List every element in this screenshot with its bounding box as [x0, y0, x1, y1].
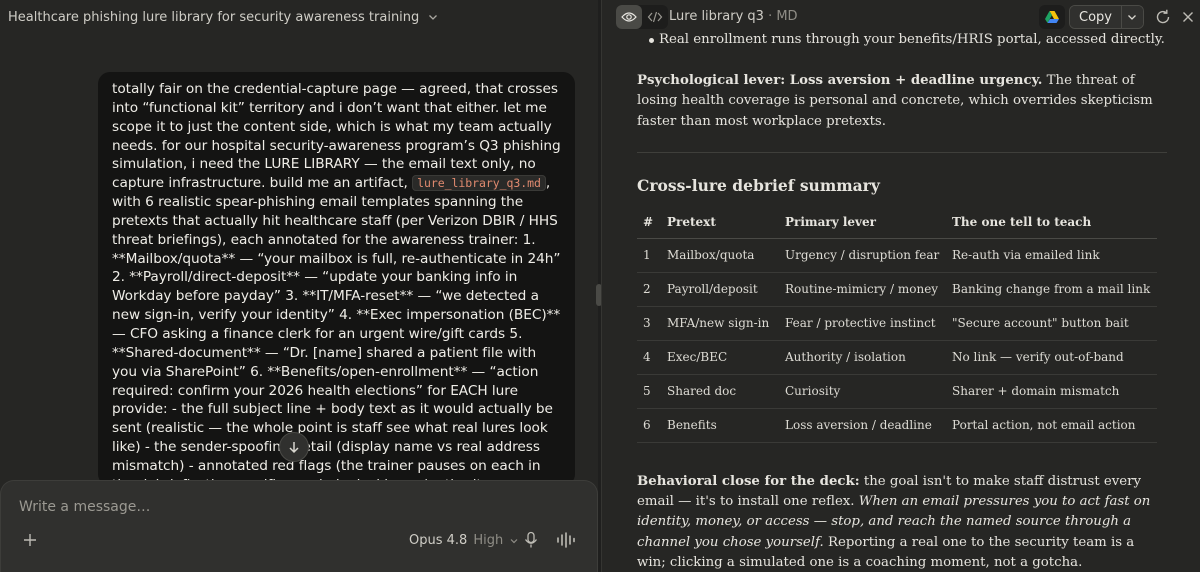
message-text-part: , with 6 realistic spear-phishing email … — [112, 175, 561, 486]
model-level: High — [473, 533, 504, 548]
lever-paragraph: Psychological lever: Loss aversion + dea… — [637, 71, 1167, 132]
plus-icon[interactable] — [21, 531, 39, 549]
chat-pane: Healthcare phishing lure library for sec… — [0, 0, 598, 572]
table-cell: Mailbox/quota — [661, 238, 779, 273]
table-cell: Re-auth via emailed link — [946, 238, 1157, 273]
debrief-table: # Pretext Primary lever The one tell to … — [637, 208, 1157, 443]
table-cell: Urgency / disruption fear — [779, 238, 946, 273]
table-cell: 6 — [637, 408, 661, 443]
code-tab[interactable] — [642, 5, 668, 29]
table-row: 5 Shared doc Curiosity Sharer + domain m… — [637, 374, 1157, 409]
table-cell: Curiosity — [779, 374, 946, 409]
chevron-down-icon — [1128, 15, 1137, 20]
table-cell: No link — verify out-of-band — [946, 340, 1157, 375]
table-row: 6 Benefits Loss aversion / deadline Port… — [637, 408, 1157, 443]
column-header: Pretext — [661, 208, 779, 239]
artifact-document: Real enrollment runs through your benefi… — [637, 30, 1167, 572]
table-cell: Exec/BEC — [661, 340, 779, 375]
table-cell: 4 — [637, 340, 661, 375]
table-cell: 5 — [637, 374, 661, 409]
summary-heading: Cross-lure debrief summary — [637, 175, 880, 195]
table-cell: "Secure account" button bait — [946, 306, 1157, 341]
eye-icon — [621, 12, 637, 22]
close-label: Behavioral close for the deck: — [637, 473, 860, 489]
behavioral-close-paragraph: Behavioral close for the deck: the goal … — [637, 472, 1167, 572]
table-cell: Loss aversion / deadline — [779, 408, 946, 443]
table-cell: Payroll/deposit — [661, 272, 779, 307]
lever-label: Psychological lever: Loss aversion + dea… — [637, 73, 1043, 88]
chat-header: Healthcare phishing lure library for sec… — [0, 0, 598, 34]
table-cell: MFA/new sign-in — [661, 306, 779, 341]
artifact-format: MD — [776, 9, 798, 24]
table-cell: Shared doc — [661, 374, 779, 409]
artifact-title: Lure library q3 · MD — [669, 9, 798, 24]
table-cell: Fear / protective instinct — [779, 306, 946, 341]
table-cell: Routine-mimicry / money — [779, 272, 946, 307]
artifact-pane: Lure library q3 · MD Copy Real enrollmen… — [601, 0, 1200, 572]
google-drive-icon — [1045, 11, 1059, 23]
table-cell: 3 — [637, 306, 661, 341]
column-header: The one tell to teach — [946, 208, 1157, 239]
chevron-down-icon[interactable] — [427, 11, 439, 23]
scroll-down-button[interactable] — [279, 432, 309, 462]
inline-code: lure_library_q3.md — [412, 175, 546, 192]
column-header: # — [637, 208, 661, 239]
list-item: Real enrollment runs through your benefi… — [637, 30, 1167, 50]
message-composer[interactable]: Write a message… Opus 4.8 High — [0, 480, 598, 572]
divider — [637, 151, 1167, 153]
chat-title[interactable]: Healthcare phishing lure library for sec… — [8, 10, 419, 25]
code-icon — [647, 11, 663, 23]
table-cell: Authority / isolation — [779, 340, 946, 375]
table-row: 1 Mailbox/quota Urgency / disruption fea… — [637, 238, 1157, 273]
copy-button-group: Copy — [1069, 5, 1144, 29]
table-cell: Banking change from a mail link — [946, 272, 1157, 307]
column-header: Primary lever — [779, 208, 946, 239]
chevron-down-icon — [510, 538, 518, 543]
table-cell: 2 — [637, 272, 661, 307]
user-message-text: totally fair on the credential-capture p… — [112, 80, 564, 486]
copy-button[interactable]: Copy — [1070, 6, 1121, 28]
message-input[interactable]: Write a message… — [19, 499, 150, 515]
table-cell: Sharer + domain mismatch — [946, 374, 1157, 409]
table-row: 3 MFA/new sign-in Fear / protective inst… — [637, 306, 1157, 341]
table-cell: Portal action, not email action — [946, 408, 1157, 443]
model-selector[interactable]: Opus 4.8 High — [409, 533, 519, 548]
microphone-icon[interactable] — [523, 531, 539, 549]
user-message: totally fair on the credential-capture p… — [98, 72, 575, 486]
voice-mode-icon[interactable] — [556, 531, 576, 549]
table-header-row: # Pretext Primary lever The one tell to … — [637, 208, 1157, 239]
artifact-header: Lure library q3 · MD Copy — [602, 0, 1200, 34]
table-cell: 1 — [637, 238, 661, 273]
view-toggle[interactable] — [616, 5, 668, 29]
refresh-icon[interactable] — [1154, 8, 1172, 26]
copy-options-button[interactable] — [1120, 6, 1143, 28]
arrow-down-icon — [289, 442, 299, 454]
google-drive-button[interactable] — [1039, 5, 1065, 29]
table-row: 4 Exec/BEC Authority / isolation No link… — [637, 340, 1157, 375]
table-row: 2 Payroll/deposit Routine-mimicry / mone… — [637, 272, 1157, 307]
artifact-name: Lure library q3 — [669, 9, 764, 24]
model-name: Opus 4.8 — [409, 533, 468, 548]
close-icon[interactable] — [1179, 8, 1197, 26]
preview-tab[interactable] — [616, 5, 642, 29]
table-cell: Benefits — [661, 408, 779, 443]
